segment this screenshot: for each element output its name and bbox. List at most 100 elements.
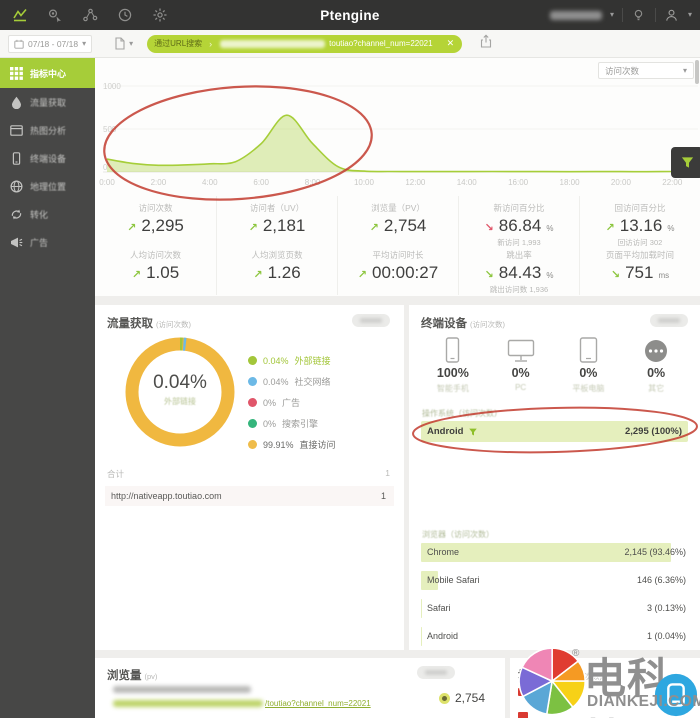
account-caret-icon[interactable]: ▾ xyxy=(610,11,614,19)
kpi-value: 751 xyxy=(625,263,654,282)
os-value: 2,295 (100%) xyxy=(624,426,682,437)
traffic-donut-chart: 0.04% 外部链接 xyxy=(116,328,244,456)
page-caret-icon: ▾ xyxy=(129,38,134,48)
page-url-row[interactable]: /toutiao?channel_num=22021 xyxy=(113,699,371,708)
x-axis-tick: 4:00 xyxy=(202,178,218,187)
row-funnel-icon[interactable] xyxy=(468,427,478,437)
sidebar-item-6[interactable]: 转化 xyxy=(0,200,95,228)
os-row-android[interactable]: Android 2,295 (100%) xyxy=(421,421,688,442)
traffic-legend: 0.04% 外部链接 0.04% 社交网络 0% 广告 0% 搜索引擎 99.91% 直接访问 xyxy=(248,350,336,455)
geo-card-title: 地理位置 xyxy=(518,670,564,682)
geo-row-partial[interactable] xyxy=(518,712,528,718)
chart-metric-dropdown[interactable]: 访问次数 ▾ xyxy=(598,62,694,79)
area-line xyxy=(106,114,699,173)
eye-icon xyxy=(438,692,450,704)
devices-card-action-button[interactable] xyxy=(650,314,688,327)
x-axis-tick: 16:00 xyxy=(508,178,529,187)
sidebar-item-7[interactable]: 广告 xyxy=(0,228,95,256)
legend-pct: 0% xyxy=(263,418,277,429)
sidebar-item-4[interactable]: 终端设备 xyxy=(0,144,95,172)
kpi-unit: % xyxy=(546,271,554,280)
legend-item[interactable]: 0.04% 社交网络 xyxy=(248,371,336,392)
traffic-total-row: 合计 1 xyxy=(107,468,390,480)
referrer-count: 1 xyxy=(380,491,386,501)
pageviews-card: 浏览量 (pv) /toutiao?channel_num=22021 2,754 xyxy=(95,658,505,718)
x-axis-tick: 6:00 xyxy=(253,178,269,187)
browser-list: Chrome 2,145 (93.46%) Mobile Safari 146 (6.… xyxy=(421,543,688,655)
help-bulb-icon[interactable] xyxy=(631,7,647,23)
trend-arrow-icon: ↗ xyxy=(369,222,379,234)
traffic-card-action-button[interactable] xyxy=(352,314,390,327)
traffic-sources-card: 流量获取 (访问次数) 0.04% 外部链接 0.04% 外部链接 0.04% 社交网络… xyxy=(95,305,404,650)
kpi-column-4: 新访问百分比 ↘ 86.84% 新访问 1,993 跳出率 ↘ 84.43% 跳出访问… xyxy=(458,196,579,295)
x-axis-tick: 22:00 xyxy=(662,178,683,187)
legend-pct: 0.04% xyxy=(263,376,289,387)
account-name-blurred[interactable] xyxy=(549,10,602,20)
legend-item[interactable]: 0% 广告 xyxy=(248,392,336,413)
browser-name: Chrome xyxy=(427,547,460,557)
trend-arrow-icon: ↘ xyxy=(610,269,621,281)
trend-arrow-icon: ↘ xyxy=(484,222,494,234)
pageviews-card-subtitle: (pv) xyxy=(144,672,158,681)
device-column: 100% 智能手机 xyxy=(419,327,487,394)
legend-dot-icon xyxy=(248,398,257,407)
user-icon[interactable] xyxy=(664,7,680,23)
kpi-subtext xyxy=(95,237,216,246)
kpi-subtext: 跳出访问数 1,936 xyxy=(489,285,549,294)
kpi-stats-row: 访问次数 ↗ 2,295 人均访问次数 ↗ 1.05 访问者（UV） ↗ 2,181 … xyxy=(95,196,700,295)
sidebar-item-1[interactable]: 指标中心 xyxy=(0,58,95,88)
chart-metric-value: 访问次数 xyxy=(605,65,640,76)
traffic-total-label: 合计 xyxy=(107,469,125,479)
browser-row-mobile-safari[interactable]: Mobile Safari 146 (6.36%) xyxy=(421,571,688,590)
sidebar-item-2[interactable]: 流量获取 xyxy=(0,88,95,116)
page-url-tail[interactable]: /toutiao?channel_num=22021 xyxy=(265,699,371,708)
browser-row-safari[interactable]: Safari 3 (0.13%) xyxy=(421,599,688,618)
page-selector[interactable]: ▾ xyxy=(114,37,133,50)
date-range-picker[interactable]: 07/18 - 07/18 ▾ xyxy=(8,34,93,53)
kpi-subtext xyxy=(217,237,337,246)
kpi-value: 00:00:27 xyxy=(372,263,439,282)
trend-arrow-icon: ↗ xyxy=(127,222,137,234)
browser-row-android[interactable]: Android 1 (0.04%) xyxy=(421,627,688,646)
trend-arrow-icon: ↘ xyxy=(484,269,494,281)
globe-icon xyxy=(10,179,23,193)
sidebar-item-label: 地理位置 xyxy=(30,181,67,192)
kpi-label: 人均访问次数 xyxy=(129,250,181,260)
share-export-icon[interactable] xyxy=(480,34,492,53)
kpi-label: 访问次数 xyxy=(138,203,173,213)
legend-item[interactable]: 99.91% 直接访问 xyxy=(248,434,336,455)
y-axis-tick: 500 xyxy=(103,125,117,134)
url-search-pill[interactable]: 通过URL搜索 › toutiao?channel_num=22021 ✕ xyxy=(147,34,463,53)
x-axis-tick: 10:00 xyxy=(354,178,375,187)
kpi-label: 人均浏览页数 xyxy=(251,250,303,260)
header-divider xyxy=(621,8,623,22)
clear-search-icon[interactable]: ✕ xyxy=(441,38,463,49)
filter-button[interactable] xyxy=(671,147,700,178)
sidebar-item-3[interactable]: 热图分析 xyxy=(0,116,95,144)
sidebar-item-label: 指标中心 xyxy=(30,68,67,79)
kpi-subtext xyxy=(580,284,700,293)
referrer-row[interactable]: http://nativeapp.toutiao.com 1 xyxy=(105,486,394,506)
region-flag-icon xyxy=(518,688,528,696)
kpi-value: 86.84 xyxy=(498,216,542,235)
geo-row-shandong[interactable]: Shandong xyxy=(518,687,574,697)
scrollbar-thumb[interactable] xyxy=(695,60,699,84)
other-devices-icon xyxy=(622,327,690,363)
pageviews-card-action-button[interactable] xyxy=(417,666,455,679)
sidebar-item-label: 终端设备 xyxy=(30,153,67,164)
kpi-metric: 回访问百分比 ↗ 13.16% 回访访问 302 xyxy=(580,202,700,247)
kpi-value: 84.43 xyxy=(498,263,542,282)
legend-item[interactable]: 0.04% 外部链接 xyxy=(248,350,336,371)
device-icon xyxy=(10,151,23,165)
grid-icon xyxy=(10,66,23,80)
page-icon xyxy=(115,37,125,50)
region-name: Shandong xyxy=(533,687,575,697)
os-section-label: 操作系统（访问次数） xyxy=(422,409,502,418)
referrer-url[interactable]: http://nativeapp.toutiao.com xyxy=(111,491,222,501)
sidebar-item-5[interactable]: 地理位置 xyxy=(0,172,95,200)
legend-item[interactable]: 0% 搜索引擎 xyxy=(248,413,336,434)
legend-label: 搜索引擎 xyxy=(282,419,319,429)
user-caret-icon[interactable]: ▾ xyxy=(688,11,692,19)
browser-row-chrome[interactable]: Chrome 2,145 (93.46%) xyxy=(421,543,688,562)
funnel-icon xyxy=(681,157,693,168)
